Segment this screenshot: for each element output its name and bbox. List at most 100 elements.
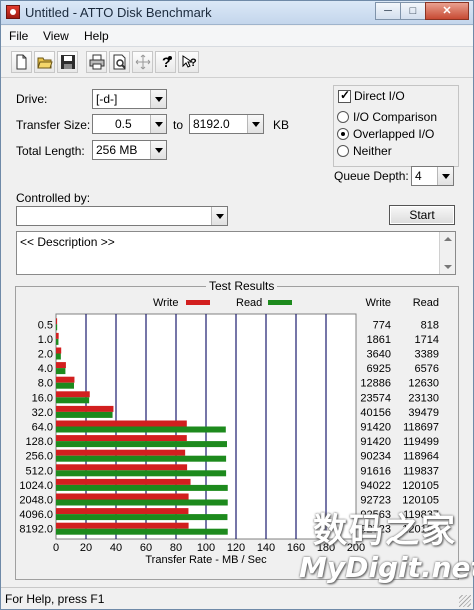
context-help-icon: ? <box>182 55 197 69</box>
read-bar <box>56 528 228 535</box>
io-comparison-label[interactable]: I/O Comparison <box>353 110 437 124</box>
transfer-size-label: Transfer Size: <box>16 118 91 132</box>
read-bar <box>56 455 227 462</box>
table-header-write: Write <box>366 297 391 309</box>
write-value-label: 12886 <box>360 378 391 390</box>
status-text: For Help, press F1 <box>5 592 105 606</box>
write-value-label: 40156 <box>360 407 391 419</box>
transfer-from-value: 0.5 <box>115 117 132 131</box>
overlapped-io-label[interactable]: Overlapped I/O <box>353 127 434 141</box>
read-value-label: 120105 <box>402 495 439 507</box>
transfer-to-value: 8192.0 <box>193 117 230 131</box>
write-value-label: 1861 <box>367 334 391 346</box>
total-length-select[interactable]: 256 MB <box>92 140 167 160</box>
move-icon <box>135 54 151 70</box>
read-bar <box>56 368 66 375</box>
io-comparison-radio[interactable] <box>337 111 349 123</box>
read-value-label: 118697 <box>403 422 439 434</box>
direct-io-label[interactable]: Direct I/O <box>354 89 405 103</box>
menu-bar: File View Help <box>1 26 473 47</box>
chevron-down-icon[interactable] <box>211 207 227 225</box>
read-value-label: 119837 <box>403 509 439 521</box>
read-value-label: 3389 <box>415 349 439 361</box>
write-value-label: 23574 <box>360 392 391 404</box>
resize-grip-icon[interactable] <box>459 595 471 607</box>
description-scrollbar[interactable] <box>439 232 455 274</box>
chevron-down-icon[interactable] <box>437 167 453 185</box>
save-button[interactable] <box>57 51 78 73</box>
menu-file[interactable]: File <box>9 29 28 43</box>
read-value-label: 118964 <box>403 451 439 463</box>
start-button[interactable]: Start <box>389 205 455 225</box>
read-bar <box>56 353 61 360</box>
help-icon: ? <box>162 54 172 70</box>
context-help-button[interactable]: ? <box>178 51 199 73</box>
move-button[interactable] <box>132 51 153 73</box>
write-bar <box>56 493 189 500</box>
read-bar <box>56 499 228 506</box>
print-button[interactable] <box>86 51 107 73</box>
y-tick-label: 8.0 <box>38 378 53 390</box>
scroll-down-icon[interactable] <box>440 260 455 274</box>
maximize-button[interactable]: □ <box>400 2 426 20</box>
y-tick-label: 64.0 <box>32 422 53 434</box>
drive-select[interactable]: [-d-] <box>92 89 167 109</box>
write-bar <box>56 376 75 383</box>
open-button[interactable] <box>34 51 55 73</box>
menu-view[interactable]: View <box>43 29 69 43</box>
write-value-label: 6925 <box>367 363 391 375</box>
read-value-label: 120105 <box>402 480 439 492</box>
write-bar <box>56 508 189 515</box>
direct-io-checkbox[interactable] <box>338 88 351 103</box>
write-value-label: 92723 <box>360 524 391 536</box>
x-tick-label: 180 <box>317 542 335 554</box>
status-bar: For Help, press F1 <box>1 587 473 609</box>
write-value-label: 91420 <box>360 422 391 434</box>
chevron-down-icon[interactable] <box>150 115 166 133</box>
queue-depth-select[interactable]: 4 <box>411 166 454 186</box>
overlapped-io-radio[interactable] <box>337 128 349 140</box>
write-bar <box>56 332 59 339</box>
legend-write-swatch <box>186 300 210 305</box>
x-tick-label: 160 <box>287 542 305 554</box>
description-textarea[interactable]: << Description >> <box>16 231 456 275</box>
menu-help[interactable]: Help <box>84 29 109 43</box>
controlled-by-select[interactable] <box>16 206 228 226</box>
write-bar <box>56 405 114 412</box>
new-button[interactable] <box>11 51 32 73</box>
print-preview-button[interactable] <box>109 51 130 73</box>
scroll-up-icon[interactable] <box>440 232 455 246</box>
help-button[interactable]: ? <box>155 51 176 73</box>
y-tick-label: 16.0 <box>32 392 53 404</box>
neither-radio[interactable] <box>337 145 349 157</box>
kb-label: KB <box>273 118 290 132</box>
transfer-size-to-select[interactable]: 8192.0 <box>189 114 264 134</box>
title-bar[interactable]: Untitled - ATTO Disk Benchmark ─ □ ✕ <box>1 1 473 25</box>
table-header-read: Read <box>413 297 439 309</box>
y-tick-label: 1.0 <box>38 334 53 346</box>
close-button[interactable]: ✕ <box>425 2 469 20</box>
chevron-down-icon[interactable] <box>150 90 166 108</box>
read-value-label: 818 <box>421 319 439 331</box>
write-bar <box>56 318 58 325</box>
total-length-label: Total Length: <box>16 144 85 158</box>
chevron-down-icon[interactable] <box>247 115 263 133</box>
toolbar: ? ? <box>1 48 473 78</box>
neither-label[interactable]: Neither <box>353 144 392 158</box>
read-bar <box>56 397 90 404</box>
read-value-label: 6576 <box>415 363 439 375</box>
legend-write-label: Write <box>153 297 178 309</box>
minimize-button[interactable]: ─ <box>375 2 401 20</box>
y-tick-label: 32.0 <box>32 407 53 419</box>
x-tick-label: 20 <box>80 542 92 554</box>
chevron-down-icon[interactable] <box>150 141 166 159</box>
legend-read-swatch <box>268 300 292 305</box>
write-value-label: 91616 <box>360 465 391 477</box>
results-chart: Write Read Write Read 0 20 40 60 80 100 120 140 160 1… <box>19 297 439 566</box>
write-value-label: 91420 <box>360 436 391 448</box>
read-value-label: 23130 <box>408 392 439 404</box>
read-bar <box>56 441 227 448</box>
save-icon <box>61 55 75 69</box>
transfer-size-from-select[interactable]: 0.5 <box>92 114 167 134</box>
write-bar <box>56 420 187 427</box>
